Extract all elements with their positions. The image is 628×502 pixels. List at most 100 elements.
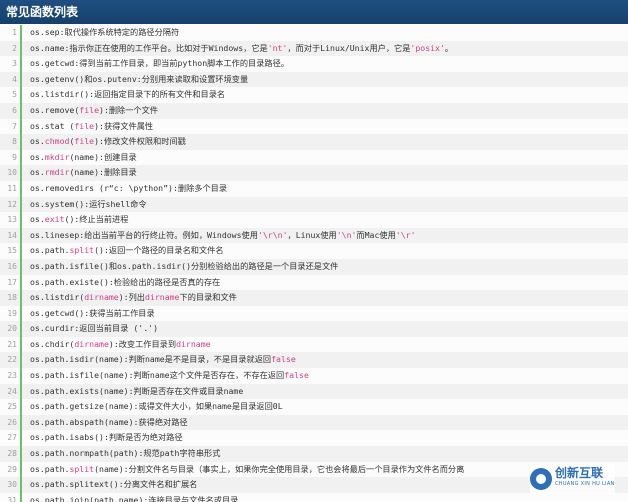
code-line: 3 os.getcwd:得到当前工作目录，即当前python脚本工作的目录路径。	[0, 56, 628, 72]
code-lines: 1 os.sep:取代操作系统特定的路径分隔符 2 os.name:指示你正在使用的工…	[0, 25, 628, 502]
code-text: os.linesep:给出当前平台的行终止符。例如，Windows使用'\r\n…	[30, 228, 416, 244]
line-number: 26	[7, 417, 17, 427]
code-text: os.path.splitext():分离文件名和扩展名	[30, 477, 197, 493]
code-segment: os.path.	[30, 245, 70, 256]
code-line: 24 os.path.exists(name):判断是否存在文件或目录name	[0, 383, 628, 400]
code-text: os.getcwd():获得当前工作目录	[30, 306, 155, 322]
code-line: 25 os.path.getsize(name):或得文件大小，如果name是目录…	[0, 399, 628, 415]
code-segment: os.curdir:返回当前目录 ('.')	[30, 323, 158, 334]
code-segment: os.path.isabs():判断是否为绝对路径	[30, 432, 183, 443]
code-keyword: rmdir	[44, 167, 70, 178]
code-keyword: mkdir	[44, 151, 70, 162]
code-text: os.sep:取代操作系统特定的路径分隔符	[30, 25, 179, 41]
code-segment: ):改变工作目录到	[108, 338, 177, 349]
line-number: 27	[7, 433, 17, 443]
line-number: 20	[7, 324, 17, 334]
line-number: 18	[7, 293, 17, 303]
gutter-divider	[20, 25, 22, 502]
code-segment: ，Linux使用	[287, 229, 337, 240]
line-number: 13	[7, 215, 17, 225]
code-line: 2 os.name:指示你正在使用的工作平台。比如对于Windows，它是'nt'…	[0, 40, 628, 57]
code-text: os.path.abspath(name):获得绝对路径	[30, 415, 188, 431]
line-number: 16	[7, 261, 17, 271]
code-keyword: false	[271, 354, 296, 365]
code-text: os.path.existe():检验给出的路径是否真的存在	[30, 275, 220, 291]
code-line: 22 os.path.isdir(name):判断name是不是目录，不是目录就返…	[0, 352, 628, 369]
code-text: os.path.getsize(name):或得文件大小，如果name是目录返回…	[30, 399, 283, 415]
code-keyword: file	[74, 120, 95, 131]
code-line: 19 os.getcwd():获得当前工作目录	[0, 306, 628, 322]
line-number: 22	[7, 355, 17, 365]
code-segment: ，而对于Linux/Unix用户，它是	[287, 42, 411, 53]
code-keyword: 'nt'	[267, 42, 288, 53]
code-text: os.path.split():返回一个路径的目录名和文件名	[30, 243, 224, 259]
line-number: 3	[12, 59, 17, 69]
code-keyword: '\n'	[336, 229, 357, 240]
code-segment: os.getcwd():获得当前工作目录	[30, 307, 155, 318]
watermark-logo: 创新互联 CHUANG XIN HU LIAN	[530, 464, 615, 494]
code-segment: ):获得文件属性	[94, 120, 154, 131]
code-text: os.listdir():返回指定目录下的所有文件和目录名	[30, 87, 225, 103]
line-number: 17	[7, 277, 17, 287]
code-segment: os.removedirs (r“c: \python”):删除多个目录	[30, 182, 228, 193]
code-segment: os.listdir():返回指定目录下的所有文件和目录名	[30, 89, 226, 100]
code-text: os.path.isdir(name):判断name是不是目录，不是目录就返回f…	[30, 352, 296, 368]
code-block: 1 os.sep:取代操作系统特定的路径分隔符 2 os.name:指示你正在使用的工…	[0, 25, 628, 502]
line-number: 29	[7, 464, 17, 474]
code-text: os.listdir(dirname):列出dirname下的目录和文件	[30, 290, 237, 306]
code-keyword: split	[69, 245, 95, 256]
code-keyword: dirname	[144, 292, 180, 303]
code-segment: ():终止当前进程	[64, 214, 129, 225]
code-segment: (name):创建目录	[69, 151, 137, 162]
code-text: os.exit():终止当前进程	[30, 212, 128, 228]
line-number: 31	[7, 495, 17, 502]
code-segment: os.	[30, 136, 45, 147]
line-number: 2	[12, 43, 17, 53]
code-segment: ):删除一个文件	[99, 104, 158, 115]
code-keyword: '\r'	[395, 229, 416, 240]
code-text: os.getcwd:得到当前工作目录，即当前python脚本工作的目录路径。	[30, 56, 289, 72]
code-segment: os.name:指示你正在使用的工作平台。比如对于Windows，它是	[30, 42, 268, 53]
code-segment: ):修改文件权限和时间戳	[94, 136, 186, 147]
line-number: 12	[7, 199, 17, 209]
code-keyword: chmod	[44, 136, 70, 147]
watermark-name: 创新互联	[555, 466, 604, 480]
code-text: os.rmdir(name):删除目录	[30, 165, 137, 181]
code-keyword: exit	[44, 214, 65, 225]
code-line: 23 os.path.isfile(name):判断name这个文件是否存在，不存…	[0, 368, 628, 384]
code-segment: (name):分割文件名与目录（事实上，如果你完全使用目录，它也会将最后一个目录…	[94, 463, 465, 474]
line-number: 24	[7, 386, 17, 396]
code-line: 31 os.path.join(path,name):连接目录与文件名或目录	[0, 493, 628, 502]
line-number: 23	[7, 371, 17, 381]
code-text: os.system():运行shell命令	[30, 197, 147, 213]
code-text: os.path.isfile(name):判断name这个文件是否存在，不存在返…	[30, 368, 309, 384]
code-text: os.path.split(name):分割文件名与目录（事实上，如果你完全使用…	[30, 462, 464, 478]
code-line: 11 os.removedirs (r“c: \python”):删除多个目录	[0, 181, 628, 197]
line-number: 6	[12, 105, 17, 115]
code-keyword: file	[74, 136, 95, 147]
code-line: 8 os.chmod(file):修改文件权限和时间戳	[0, 134, 628, 150]
code-segment: os.path.getsize(name):或得文件大小，如果name是目录返回…	[30, 401, 283, 412]
code-text: os.path.isfile()和os.path.isdir()分别检验给出的路…	[30, 259, 338, 275]
code-segment: os.	[30, 214, 45, 225]
line-number: 14	[7, 230, 17, 240]
code-line: 10 os.rmdir(name):删除目录	[0, 165, 628, 181]
code-line: 1 os.sep:取代操作系统特定的路径分隔符	[0, 25, 628, 41]
code-line: 12 os.system():运行shell命令	[0, 196, 628, 213]
code-segment: os.path.isdir(name):判断name是不是目录，不是目录就返回	[30, 354, 272, 365]
code-segment: os.	[30, 151, 45, 162]
code-text: os.chmod(file):修改文件权限和时间戳	[30, 134, 186, 150]
line-number: 11	[7, 183, 17, 193]
code-segment: os.path.normpath(path):规范path字符串形式	[30, 448, 221, 459]
code-segment: os.path.abspath(name):获得绝对路径	[30, 416, 188, 427]
watermark-subtitle: CHUANG XIN HU LIAN	[555, 481, 615, 487]
code-segment: 。	[444, 42, 454, 53]
code-segment: os.	[30, 167, 45, 178]
code-line: 9 os.mkdir(name):创建目录	[0, 150, 628, 166]
code-text: os.mkdir(name):创建目录	[30, 150, 137, 166]
line-number: 25	[7, 402, 17, 412]
line-number: 21	[7, 339, 17, 349]
code-segment: os.remove(	[30, 104, 80, 115]
code-line: 20 os.curdir:返回当前目录 ('.')	[0, 321, 628, 337]
code-text: os.path.join(path,name):连接目录与文件名或目录	[30, 493, 238, 502]
